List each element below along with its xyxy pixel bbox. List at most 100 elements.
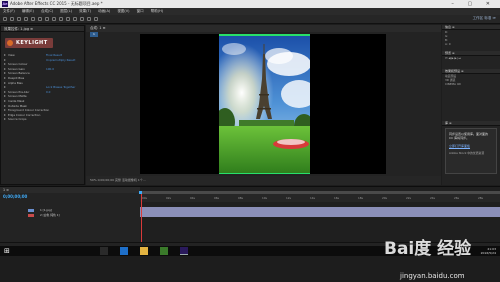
effect-property-name: Screen Gain <box>8 66 25 71</box>
info-a: A: 0 <box>445 42 451 46</box>
effect-property-name: Screen Colour <box>8 62 28 67</box>
expand-triangle-icon[interactable] <box>4 72 6 75</box>
expand-triangle-icon[interactable] <box>4 63 6 66</box>
app-window: Ae Adobe After Effects CC 2015 - 无标题项目.a… <box>0 0 500 282</box>
pen-tool-icon[interactable] <box>59 17 63 21</box>
rotate-tool-icon[interactable] <box>31 17 35 21</box>
home-tool-icon[interactable] <box>3 17 7 21</box>
taskview-icon[interactable] <box>100 247 108 255</box>
expand-triangle-icon[interactable] <box>4 109 6 112</box>
effect-property-name: Screen Matte <box>8 94 27 99</box>
window-title: Adobe After Effects CC 2015 - 无标题项目.aep … <box>10 1 103 6</box>
menu-composition[interactable]: 合成(C) <box>41 9 53 13</box>
selection-top-edge <box>219 34 310 36</box>
eiffel-tower-photo <box>219 34 310 174</box>
menu-window[interactable]: 窗口 <box>137 9 144 13</box>
effect-property-name: Screen Pre-blur <box>8 89 30 94</box>
eraser-tool-icon[interactable] <box>87 17 91 21</box>
system-clock[interactable]: 21:03 2016/5/24 <box>481 247 496 255</box>
brush-tool-icon[interactable] <box>73 17 77 21</box>
time-ruler[interactable]: 00s 02s 04s 06s 08s 10s 12s 14s 16s 18s 20s 22s 24s 2… <box>140 194 500 202</box>
mask-tool-icon[interactable] <box>52 17 56 21</box>
effects-presets-panel: 效果和预设 ≡ 动画预设 3D 通道 CINEMA 4D <box>442 69 500 86</box>
selection-tool-icon[interactable] <box>10 17 14 21</box>
library-message-box: 同步设置以使用库。面对面的 CC 库将同步。 立即打开库面板 Adobe Sto… <box>445 128 497 174</box>
zoom-tool-icon[interactable] <box>24 17 28 21</box>
type-tool-icon[interactable] <box>66 17 70 21</box>
playhead[interactable] <box>141 191 142 243</box>
expand-triangle-icon[interactable] <box>4 58 6 61</box>
workspace-selector[interactable]: 工作区 标准 ≫ <box>473 16 496 21</box>
expand-triangle-icon[interactable] <box>4 54 6 56</box>
menu-help[interactable]: 帮助(H) <box>151 9 163 13</box>
effect-property-name: Screen Balance <box>8 71 30 76</box>
keylight-icon <box>7 40 13 46</box>
composition-subtab[interactable]: 1 <box>90 32 98 37</box>
expand-triangle-icon[interactable] <box>4 99 6 102</box>
expand-triangle-icon[interactable] <box>4 67 6 70</box>
app-icon[interactable] <box>160 247 168 255</box>
expand-triangle-icon[interactable] <box>4 104 6 107</box>
menu-view[interactable]: 视图(V) <box>117 9 129 13</box>
window-controls[interactable]: – ▢ ✕ <box>451 0 496 8</box>
preset-item[interactable]: CINEMA 4D <box>442 82 500 86</box>
layer-label-color[interactable] <box>28 214 34 217</box>
explorer-icon[interactable] <box>140 247 148 255</box>
pan-behind-tool-icon[interactable] <box>45 17 49 21</box>
ruler-tick-label: 06s <box>214 196 220 200</box>
layer-name[interactable]: [1.jpg] <box>43 208 52 212</box>
selection-bottom-edge <box>219 172 310 174</box>
app-logo-icon: Ae <box>2 1 8 7</box>
ruler-tick-label: 10s <box>262 196 268 200</box>
effect-controls-tab[interactable]: 效果控件: 1.jpg ≡ <box>1 26 84 32</box>
layer-row[interactable]: 1 [1.jpg] <box>0 208 138 213</box>
clone-tool-icon[interactable] <box>80 17 84 21</box>
effect-property-name: Source Crops <box>8 117 27 122</box>
ruler-tick-label: 20s <box>382 196 388 200</box>
effect-property-list: View Final Result Unpremultiply Result Scre… <box>4 53 84 122</box>
right-panel-stack: 信息 ≡ R: G: B: A: 0 预览 ≡ ⏮ ◀ ▶ ▶| ⏭ 效果和预设… <box>442 25 500 185</box>
expand-triangle-icon[interactable] <box>4 81 6 84</box>
expand-triangle-icon[interactable] <box>4 90 6 93</box>
windows-start-icon[interactable]: ⊞ <box>4 247 12 255</box>
eiffel-tower-image[interactable] <box>219 34 310 174</box>
menu-edit[interactable]: 编辑(E) <box>22 9 34 13</box>
layer-duration-bar[interactable] <box>140 207 500 212</box>
effect-property-name: Alpha Bias <box>8 80 23 85</box>
ruler-tick-label: 18s <box>358 196 364 200</box>
menu-animation[interactable]: 动画(A) <box>98 9 110 13</box>
library-message: 同步设置以使用库。面对面的 CC 库将同步。 <box>449 132 489 141</box>
layer-row[interactable]: 2 [白色 纯色 1] <box>0 213 138 218</box>
watermark-url: jingyan.baidu.com <box>400 272 465 280</box>
library-panel-tab[interactable]: 库 ≡ <box>442 121 500 126</box>
expand-triangle-icon[interactable] <box>4 95 6 98</box>
hand-tool-icon[interactable] <box>17 17 21 21</box>
effect-property-row[interactable]: Source Crops <box>4 117 84 122</box>
menu-layer[interactable]: 图层(L) <box>60 9 72 13</box>
camera-tool-icon[interactable] <box>38 17 42 21</box>
ruler-tick-label: 28s <box>478 196 484 200</box>
after-effects-icon[interactable] <box>180 247 188 255</box>
layer-duration-bar[interactable] <box>140 212 500 217</box>
effect-property-name: Edge Colour Correction <box>8 112 41 117</box>
expand-triangle-icon[interactable] <box>4 118 6 121</box>
expand-triangle-icon[interactable] <box>4 113 6 116</box>
edge-icon[interactable] <box>120 247 128 255</box>
baidu-watermark: Bai度 经验 <box>384 239 472 259</box>
viewer-status-bar[interactable]: 50% 0;00;00;00 完整 活动摄像机 1个... <box>86 176 441 185</box>
ruler-tick-label: 02s <box>166 196 172 200</box>
expand-triangle-icon[interactable] <box>4 86 6 89</box>
menu-effect[interactable]: 效果(T) <box>79 9 91 13</box>
layer-label-color[interactable] <box>28 209 34 212</box>
composition-tab[interactable]: 合成: 1 ≡ <box>86 25 441 32</box>
preview-controls[interactable]: ⏮ ◀ ▶ ▶| ⏭ <box>442 56 500 60</box>
layer-name[interactable]: [白色 纯色 1] <box>43 213 60 217</box>
ruler-tick-label: 22s <box>406 196 412 200</box>
roto-brush-tool-icon[interactable] <box>94 17 98 21</box>
current-timecode[interactable]: 0;00;00;00 <box>3 194 27 199</box>
playhead-handle[interactable] <box>139 191 142 194</box>
menu-file[interactable]: 文件(F) <box>3 9 15 13</box>
expand-triangle-icon[interactable] <box>4 76 6 79</box>
open-library-button[interactable]: 立即打开库面板 <box>449 144 493 148</box>
layer-number: 2 <box>40 213 42 217</box>
